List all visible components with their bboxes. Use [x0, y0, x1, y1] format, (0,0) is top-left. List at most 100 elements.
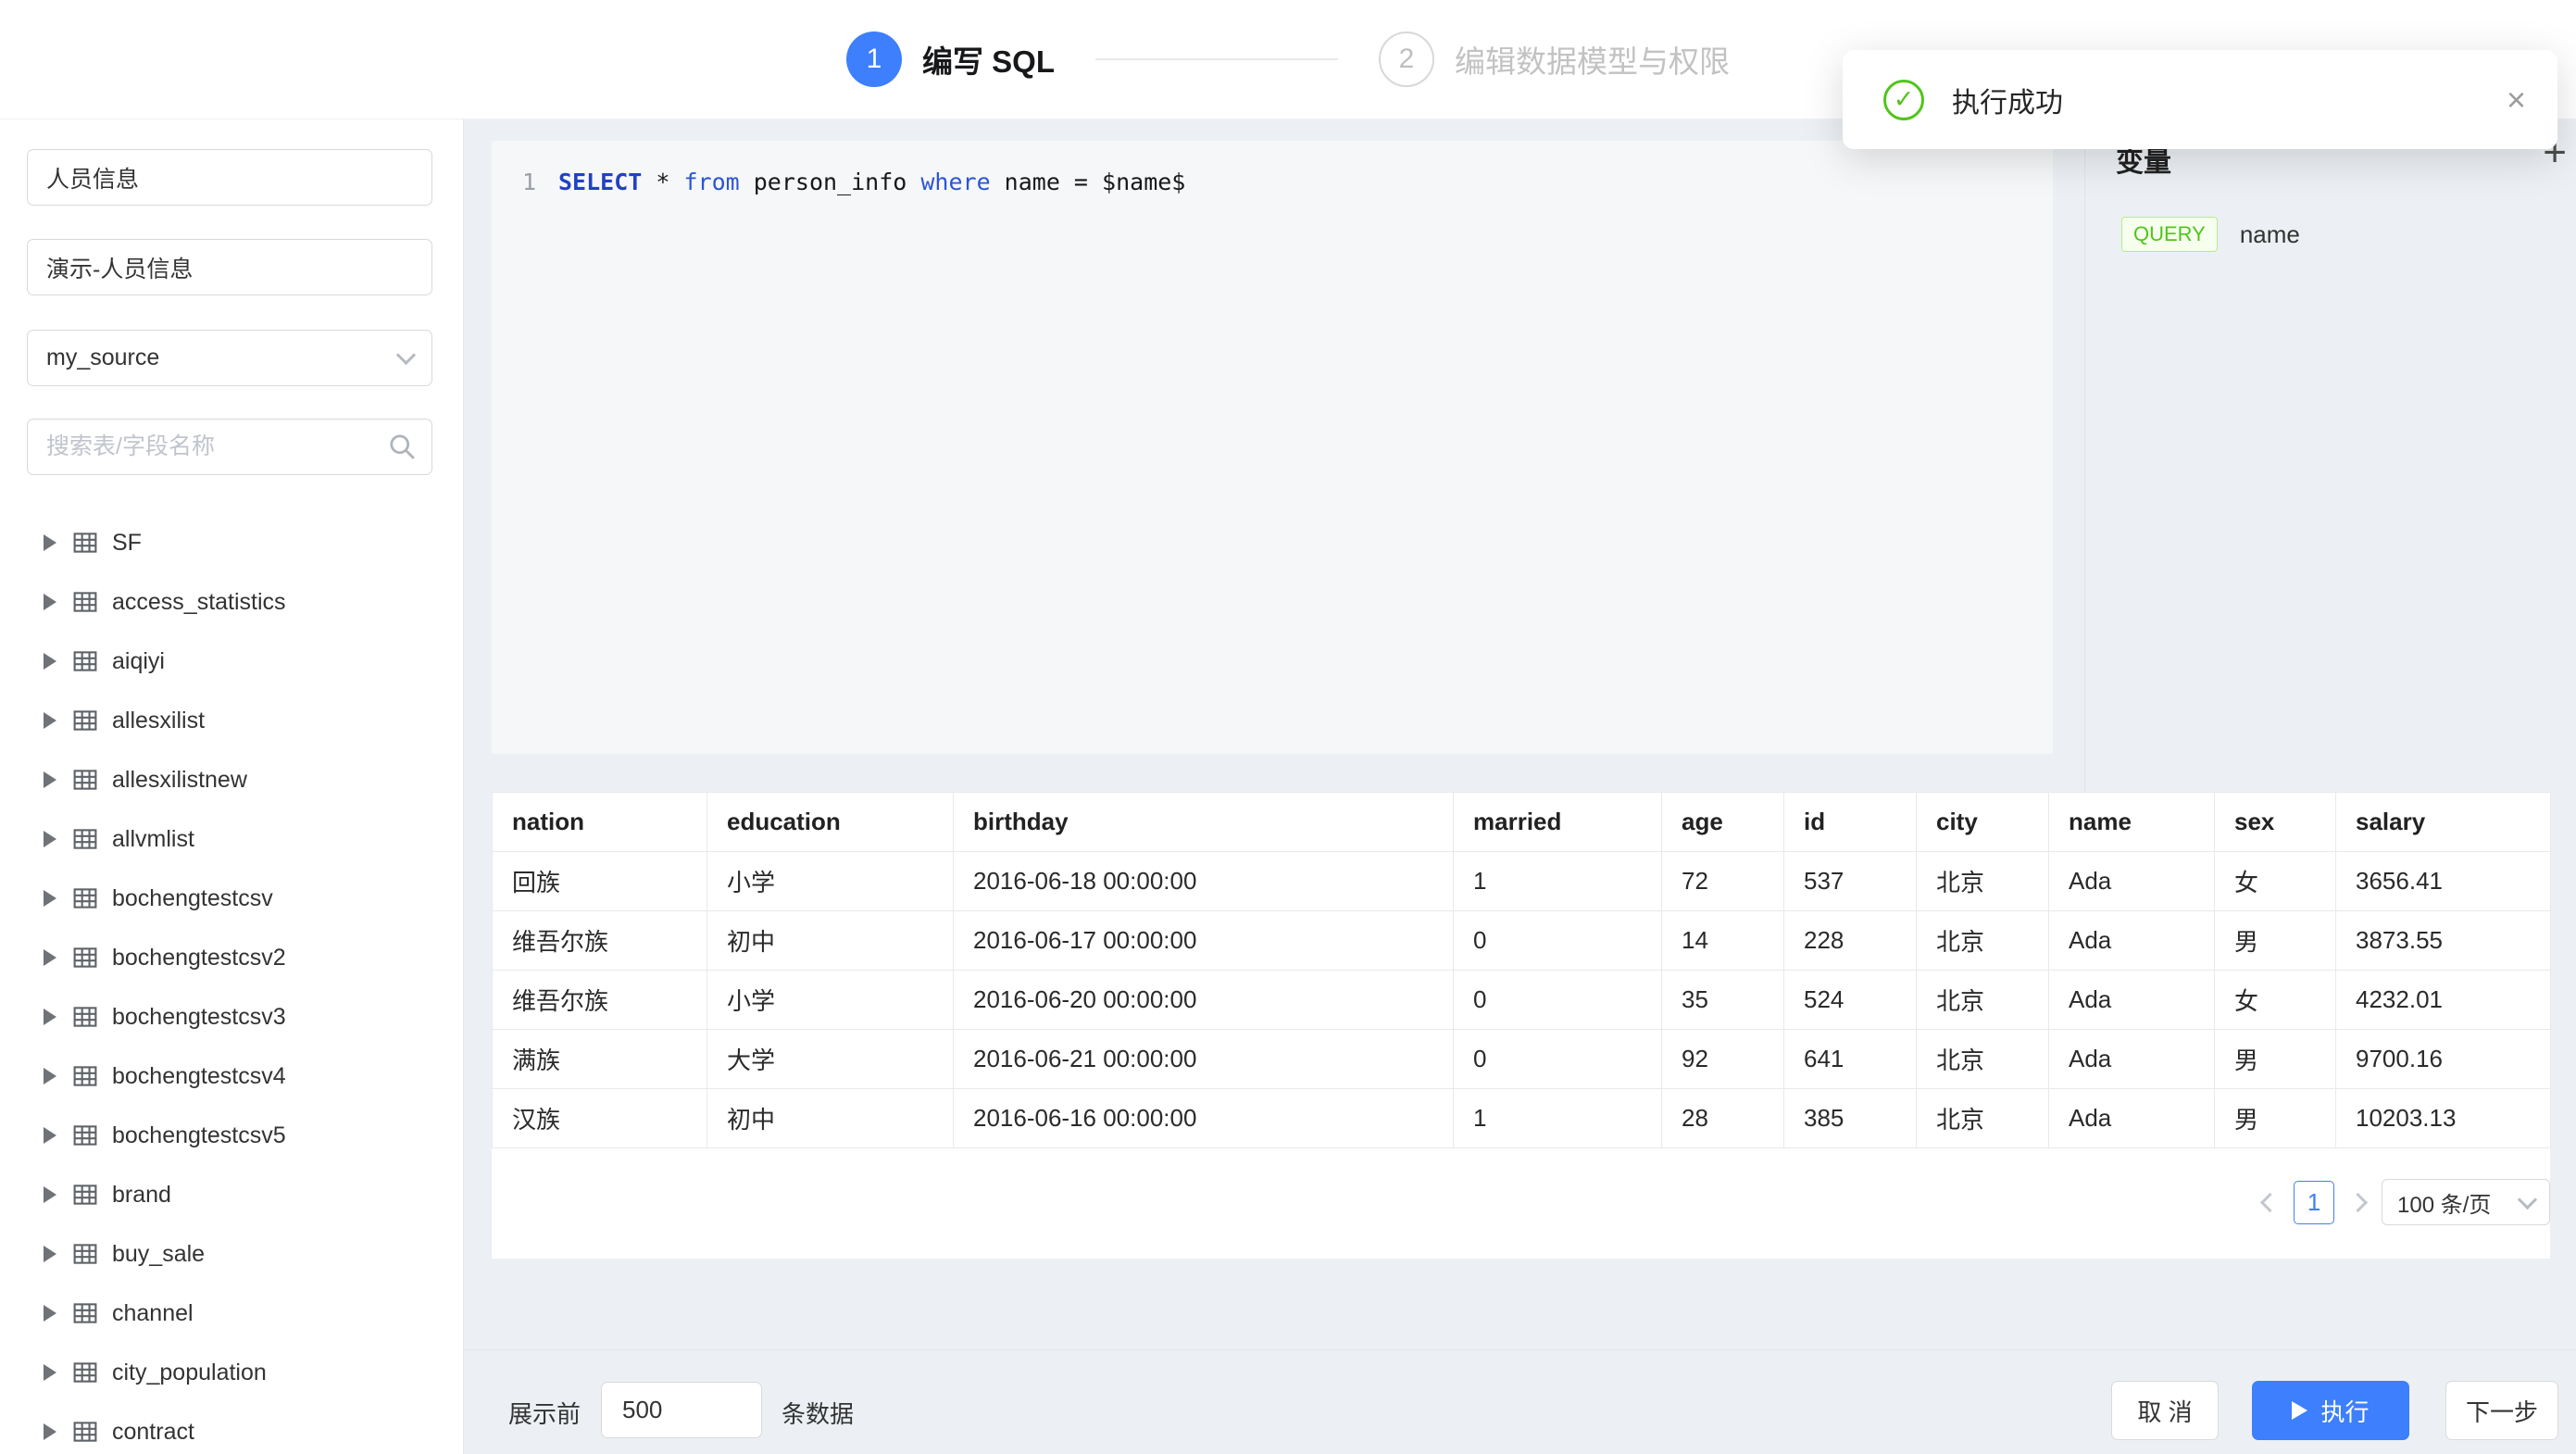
- table-cell: 641: [1784, 1030, 1917, 1089]
- variable-row[interactable]: QUERYname: [2085, 210, 2576, 258]
- caret-right-icon[interactable]: [44, 1423, 56, 1440]
- tree-item-buy_sale[interactable]: buy_sale: [0, 1224, 463, 1284]
- tree-item-label: allvmlist: [112, 826, 194, 853]
- row-limit-input[interactable]: [601, 1382, 762, 1438]
- table-cell: 2016-06-20 00:00:00: [954, 971, 1454, 1030]
- tree-item-contract[interactable]: contract: [0, 1402, 463, 1454]
- caret-right-icon[interactable]: [44, 712, 56, 729]
- table-cell: 28: [1662, 1089, 1784, 1148]
- caret-right-icon[interactable]: [44, 1009, 56, 1025]
- caret-right-icon[interactable]: [44, 771, 56, 788]
- caret-right-icon[interactable]: [44, 949, 56, 966]
- caret-right-icon[interactable]: [44, 1127, 56, 1144]
- table-cell: 小学: [707, 971, 954, 1030]
- success-toast: ✓ 执行成功 ×: [1843, 50, 2557, 149]
- footer-divider: [464, 1349, 2576, 1350]
- table-icon: [72, 589, 98, 615]
- table-icon: [72, 1360, 98, 1385]
- sql-editor[interactable]: 1 SELECT * from person_info where name =…: [492, 141, 2053, 754]
- column-header-sex: sex: [2215, 793, 2336, 852]
- table-icon: [72, 1063, 98, 1089]
- table-cell: 回族: [493, 852, 707, 911]
- code-line-1: 1 SELECT * from person_info where name =…: [492, 141, 2053, 200]
- tree-item-city_population[interactable]: city_population: [0, 1343, 463, 1402]
- prev-page-button[interactable]: [2260, 1192, 2280, 1211]
- column-header-city: city: [1917, 793, 2049, 852]
- toast-message: 执行成功: [1952, 80, 2063, 120]
- datasource-select[interactable]: my_source: [27, 330, 432, 386]
- caret-right-icon[interactable]: [44, 594, 56, 610]
- tree-item-label: allesxilist: [112, 708, 205, 734]
- tree-item-bochengtestcsv3[interactable]: bochengtestcsv3: [0, 987, 463, 1047]
- tree-item-bochengtestcsv[interactable]: bochengtestcsv: [0, 869, 463, 928]
- run-button[interactable]: 执行: [2252, 1381, 2409, 1440]
- tree-item-allvmlist[interactable]: allvmlist: [0, 809, 463, 869]
- play-icon: [2292, 1401, 2307, 1420]
- caret-right-icon[interactable]: [44, 1186, 56, 1203]
- table-icon: [72, 885, 98, 911]
- tree-item-label: bochengtestcsv3: [112, 1004, 286, 1031]
- tree-item-aiqiyi[interactable]: aiqiyi: [0, 632, 463, 691]
- column-header-id: id: [1784, 793, 1917, 852]
- tree-item-label: contract: [112, 1419, 194, 1446]
- step-1-label: 编写 SQL: [922, 37, 1055, 81]
- table-icon: [72, 1419, 98, 1445]
- table-cell: 2016-06-18 00:00:00: [954, 852, 1454, 911]
- table-cell: 北京: [1917, 852, 2049, 911]
- close-icon[interactable]: ×: [2507, 83, 2526, 117]
- tree-item-bochengtestcsv5[interactable]: bochengtestcsv5: [0, 1106, 463, 1165]
- table-icon: [72, 1300, 98, 1326]
- table-cell: 2016-06-21 00:00:00: [954, 1030, 1454, 1089]
- table-icon: [72, 1182, 98, 1208]
- table-cell: 537: [1784, 852, 1917, 911]
- caret-right-icon[interactable]: [44, 1068, 56, 1084]
- caret-right-icon[interactable]: [44, 534, 56, 551]
- table-cell: 524: [1784, 971, 1917, 1030]
- cancel-button[interactable]: 取 消: [2111, 1381, 2219, 1440]
- tree-item-access_statistics[interactable]: access_statistics: [0, 572, 463, 632]
- tree-item-allesxilist[interactable]: allesxilist: [0, 691, 463, 750]
- step-2-circle: 2: [1379, 31, 1434, 87]
- line-number: 1: [492, 165, 536, 200]
- caret-right-icon[interactable]: [44, 890, 56, 907]
- caret-right-icon[interactable]: [44, 653, 56, 670]
- table-cell: 2016-06-16 00:00:00: [954, 1089, 1454, 1148]
- datasource-selected-value: my_source: [46, 345, 159, 371]
- tree-item-label: bochengtestcsv4: [112, 1063, 286, 1090]
- tree-item-bochengtestcsv2[interactable]: bochengtestcsv2: [0, 928, 463, 987]
- table-cell: 女: [2215, 852, 2336, 911]
- caret-right-icon[interactable]: [44, 1305, 56, 1322]
- table-search-input[interactable]: [27, 419, 432, 475]
- tree-item-brand[interactable]: brand: [0, 1165, 463, 1224]
- tree-item-label: buy_sale: [112, 1241, 205, 1268]
- table-cell: 228: [1784, 911, 1917, 971]
- next-step-button[interactable]: 下一步: [2445, 1381, 2558, 1440]
- caret-right-icon[interactable]: [44, 1246, 56, 1262]
- table-icon: [72, 648, 98, 674]
- chevron-down-icon: [2518, 1189, 2537, 1209]
- step-2: 2 编辑数据模型与权限: [1379, 31, 1730, 87]
- tree-item-label: brand: [112, 1182, 171, 1209]
- results-header-row: nationeducationbirthdaymarriedageidcityn…: [493, 793, 2551, 852]
- table-cell: 初中: [707, 1089, 954, 1148]
- table-cell: 4232.01: [2336, 971, 2551, 1030]
- tree-item-SF[interactable]: SF: [0, 513, 463, 572]
- current-page-button[interactable]: 1: [2294, 1181, 2334, 1224]
- caret-right-icon[interactable]: [44, 1364, 56, 1381]
- tree-item-bochengtestcsv4[interactable]: bochengtestcsv4: [0, 1047, 463, 1106]
- sidebar: my_source SFaccess_statisticsaiqiyi alles…: [0, 119, 464, 1454]
- dataset-display-name-input[interactable]: [27, 239, 432, 295]
- next-page-button[interactable]: [2348, 1192, 2368, 1211]
- column-header-married: married: [1454, 793, 1662, 852]
- table-cell: 汉族: [493, 1089, 707, 1148]
- tree-item-channel[interactable]: channel: [0, 1284, 463, 1343]
- table-cell: 14: [1662, 911, 1784, 971]
- tree-item-allesxilistnew[interactable]: allesxilistnew: [0, 750, 463, 809]
- column-header-nation: nation: [493, 793, 707, 852]
- table-cell: 男: [2215, 911, 2336, 971]
- dataset-name-input[interactable]: [27, 149, 432, 206]
- caret-right-icon[interactable]: [44, 831, 56, 847]
- table-row: 汉族初中2016-06-16 00:00:00128385北京Ada男10203…: [493, 1089, 2551, 1148]
- table-icon: [72, 1122, 98, 1148]
- page-size-select[interactable]: 100 条/页: [2382, 1179, 2550, 1225]
